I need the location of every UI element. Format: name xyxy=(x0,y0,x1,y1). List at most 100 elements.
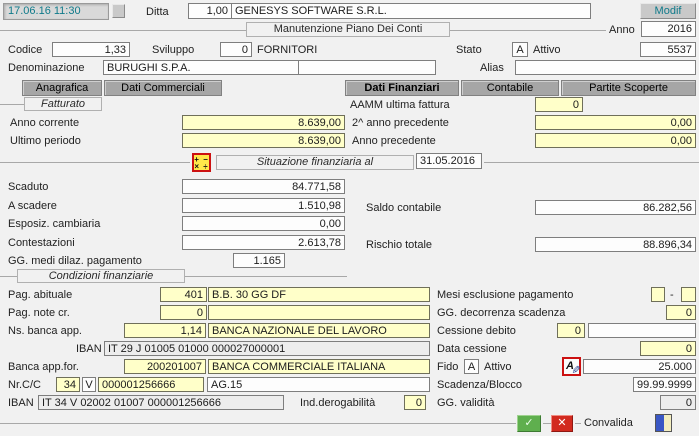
convalida-toggle-left xyxy=(656,415,664,431)
sviluppo-label: Sviluppo xyxy=(152,44,194,57)
nrcc-cin-field[interactable]: V xyxy=(82,377,96,392)
a-scadere-field[interactable]: 1.510,98 xyxy=(182,198,345,213)
gg-decorrenza-field[interactable]: 0 xyxy=(666,305,696,320)
codice-label: Codice xyxy=(8,44,42,57)
rischio-totale-field[interactable]: 88.896,34 xyxy=(535,237,696,252)
pag-note-label: Pag. note cr. xyxy=(8,307,70,320)
convalida-toggle-right xyxy=(664,415,672,431)
mesi-esclusione-from-field[interactable] xyxy=(651,287,665,302)
saldo-contabile-field[interactable]: 86.282,56 xyxy=(535,200,696,215)
x-icon: ✕ xyxy=(557,417,566,429)
cessione-code-field[interactable]: 0 xyxy=(557,323,585,338)
fido-stato-desc: Attivo xyxy=(484,361,512,374)
tab-dati-commerciali[interactable]: Dati Commerciali xyxy=(104,80,222,96)
anno-corrente-label: Anno corrente xyxy=(10,117,79,130)
cessione-desc-field[interactable] xyxy=(588,323,696,338)
banca-for-code-field[interactable]: 200201007 xyxy=(124,359,206,374)
cancel-button[interactable]: ✕ xyxy=(551,415,573,432)
fido-field[interactable]: 25.000 xyxy=(583,359,696,374)
alias-label: Alias xyxy=(480,62,504,75)
nrcc-number-field[interactable]: 000001256666 xyxy=(98,377,204,392)
calculator-icon-row2: × ÷ xyxy=(194,163,208,170)
secondo-anno-prec-field[interactable]: 0,00 xyxy=(535,115,696,130)
fido-stato-field[interactable]: A xyxy=(464,359,479,374)
fido-edit-icon[interactable]: A ✎ xyxy=(562,357,581,376)
sviluppo-desc: FORNITORI xyxy=(257,44,317,57)
banca-for-desc-field[interactable]: BANCA COMMERCIALE ITALIANA xyxy=(208,359,430,374)
nrcc-label: Nr.C/C xyxy=(8,379,41,392)
tab-anagrafica[interactable]: Anagrafica xyxy=(22,80,102,96)
esposiz-field[interactable]: 0,00 xyxy=(182,216,345,231)
divider xyxy=(0,162,190,163)
pag-abituale-code-field[interactable]: 401 xyxy=(160,287,207,302)
mesi-esclusione-to-field[interactable] xyxy=(681,287,696,302)
saldo-contabile-label: Saldo contabile xyxy=(366,202,441,215)
pag-note-desc-field[interactable] xyxy=(208,305,430,320)
modif-button[interactable]: Modif xyxy=(640,3,696,19)
ditta-label: Ditta xyxy=(146,6,169,19)
sviluppo-field[interactable]: 0 xyxy=(220,42,252,57)
pag-abituale-desc-field[interactable]: B.B. 30 GG DF xyxy=(208,287,430,302)
secondo-anno-prec-label: 2^ anno precedente xyxy=(352,117,449,130)
codice-field[interactable]: 1,33 xyxy=(52,42,130,57)
gg-validita-label: GG. validità xyxy=(437,397,494,410)
calculator-icon[interactable]: + − × ÷ xyxy=(192,153,211,172)
denominazione-label: Denominazione xyxy=(8,62,84,75)
data-cessione-label: Data cessione xyxy=(437,343,507,356)
situazione-data-field[interactable]: 31.05.2016 xyxy=(416,153,482,169)
stato-label: Stato xyxy=(456,44,482,57)
stato-field[interactable]: A xyxy=(512,42,528,57)
cessione-debito-label: Cessione debito xyxy=(437,325,516,338)
aamm-field[interactable]: 0 xyxy=(535,97,583,112)
nrcc-code-field[interactable]: 34 xyxy=(56,377,80,392)
pag-note-code-field[interactable]: 0 xyxy=(160,305,207,320)
scadenza-blocco-field[interactable]: 99.99.9999 xyxy=(633,377,696,392)
situazione-group-label: Situazione finanziaria al xyxy=(216,155,414,170)
divider xyxy=(0,276,17,277)
gg-validita-field[interactable]: 0 xyxy=(660,395,696,410)
contestazioni-field[interactable]: 2.613,78 xyxy=(182,235,345,250)
ns-banca-code-field[interactable]: 1,14 xyxy=(124,323,206,338)
form-title: Manutenzione Piano Dei Conti xyxy=(246,22,450,37)
anno-field[interactable]: 2016 xyxy=(641,21,696,37)
divider xyxy=(0,30,246,31)
ditta-name-field[interactable]: GENESYS SOFTWARE S.R.L. xyxy=(231,3,591,19)
fatturato-group-label: Fatturato xyxy=(24,97,102,111)
confirm-button[interactable]: ✓ xyxy=(517,415,541,432)
ultimo-periodo-field[interactable]: 8.639,00 xyxy=(182,133,345,148)
condizioni-group-label: Condizioni finanziarie xyxy=(17,269,185,283)
ns-banca-desc-field[interactable]: BANCA NAZIONALE DEL LAVORO xyxy=(208,323,430,338)
tab-dati-finanziari[interactable]: Dati Finanziari xyxy=(345,80,459,96)
contestazioni-label: Contestazioni xyxy=(8,237,75,250)
divider xyxy=(543,423,551,424)
aamm-label: AAMM ultima fattura xyxy=(350,99,450,112)
alias-field[interactable] xyxy=(515,60,696,75)
ind-derogabilita-field[interactable]: 0 xyxy=(404,395,426,410)
fido-label: Fido xyxy=(437,361,458,374)
anno-corrente-field[interactable]: 8.639,00 xyxy=(182,115,345,130)
iban2-field[interactable]: IT 34 V 02002 01007 000001256666 xyxy=(38,395,284,410)
tab-partite-scoperte[interactable]: Partite Scoperte xyxy=(561,80,696,96)
calendar-mini-button[interactable] xyxy=(112,4,125,18)
a-scadere-label: A scadere xyxy=(8,200,57,213)
denominazione-ext-field[interactable] xyxy=(298,60,436,75)
iban2-label: IBAN xyxy=(8,397,34,410)
pen-icon: ✎ xyxy=(569,365,582,374)
denominazione-field[interactable]: BURUGHI S.P.A. xyxy=(103,60,299,75)
ditta-code-field[interactable]: 1,00 xyxy=(188,3,232,19)
nrcc-ag-field[interactable]: AG.15 xyxy=(207,377,430,392)
data-cessione-field[interactable]: 0 xyxy=(640,341,696,356)
iban1-field[interactable]: IT 29 J 01005 01000 000027000001 xyxy=(104,341,430,356)
ultimo-periodo-label: Ultimo periodo xyxy=(10,135,81,148)
gg-medi-field[interactable]: 1.165 xyxy=(233,253,285,268)
convalida-label: Convalida xyxy=(584,417,633,430)
mesi-esclusione-sep: - xyxy=(670,289,674,302)
scaduto-label: Scaduto xyxy=(8,181,48,194)
gg-decorrenza-label: GG. decorrenza scadenza xyxy=(437,307,565,320)
anno-precedente-field[interactable]: 0,00 xyxy=(535,133,696,148)
conto-number-field[interactable]: 5537 xyxy=(640,42,696,57)
esposiz-label: Esposiz. cambiaria xyxy=(8,218,100,231)
tab-contabile[interactable]: Contabile xyxy=(461,80,559,96)
convalida-toggle-icon[interactable] xyxy=(655,414,672,432)
scaduto-field[interactable]: 84.771,58 xyxy=(182,179,345,194)
